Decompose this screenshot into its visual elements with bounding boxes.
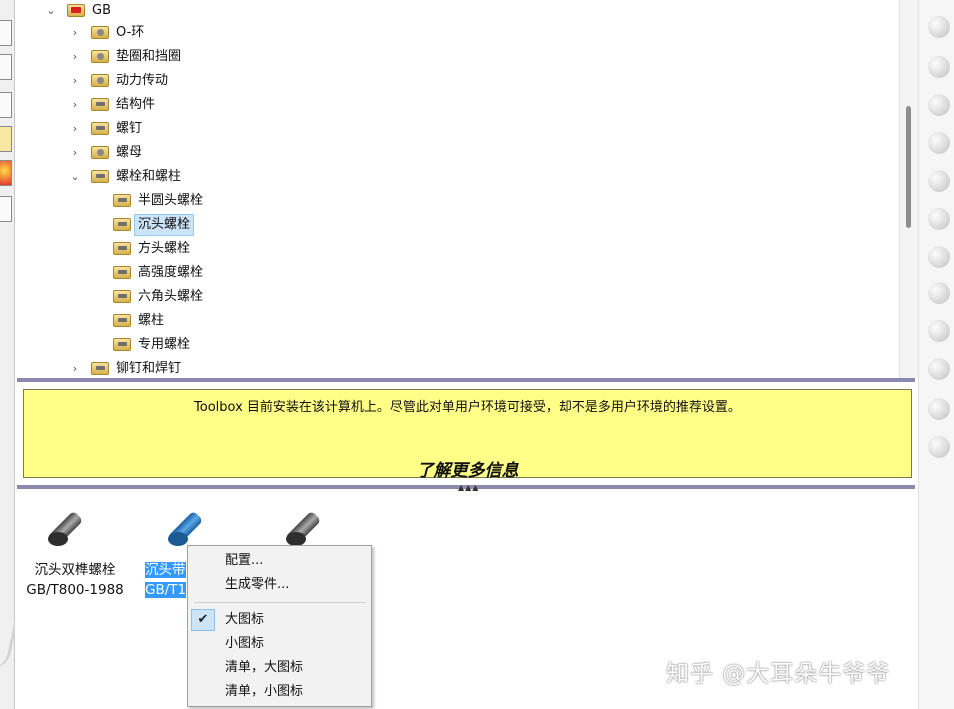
ring-folder-icon bbox=[91, 26, 109, 39]
bolt-folder-icon bbox=[113, 266, 131, 279]
clock-tab-icon[interactable] bbox=[928, 398, 950, 420]
splitter-grip-icon[interactable]: ▲▲▲ bbox=[458, 483, 479, 492]
chevron-right-icon[interactable]: › bbox=[69, 118, 81, 140]
part-tile[interactable]: 沉头双榫螺栓 GB/T800-1988 bbox=[25, 502, 125, 600]
appearance-tab-icon[interactable] bbox=[928, 56, 950, 78]
menu-item-large-icons[interactable]: ✔ 大图标 bbox=[188, 609, 371, 631]
menu-item-label: 清单，小图标 bbox=[225, 684, 304, 699]
learn-more-link[interactable]: 了解更多信息 bbox=[24, 456, 911, 481]
tree-leaf-label: 螺柱 bbox=[138, 313, 165, 328]
menu-item-label: 清单，大图标 bbox=[225, 660, 304, 675]
menu-item-label: 配置... bbox=[225, 553, 264, 568]
flag-folder-icon bbox=[67, 4, 85, 17]
view-tab-icon[interactable] bbox=[928, 170, 950, 192]
scrollbar-thumb[interactable] bbox=[906, 106, 911, 228]
part-label: 沉头双榫螺栓 GB/T800-1988 bbox=[25, 560, 125, 600]
menu-item-label: 小图标 bbox=[225, 636, 265, 651]
sphere-tab-icon[interactable] bbox=[928, 246, 950, 268]
chevron-right-icon[interactable]: › bbox=[69, 70, 81, 92]
menu-item-list-small-icons[interactable]: 清单，小图标 bbox=[188, 681, 371, 703]
menu-item-small-icons[interactable]: 小图标 bbox=[188, 633, 371, 655]
appearance-tool-button[interactable] bbox=[0, 160, 12, 186]
scene-tab-icon[interactable] bbox=[928, 282, 950, 304]
rivet-folder-icon bbox=[91, 362, 109, 375]
chevron-right-icon[interactable]: › bbox=[69, 22, 81, 44]
list-tool-button[interactable] bbox=[0, 196, 12, 222]
context-menu: 配置... 生成零件... ✔ 大图标 小图标 清单，大图标 清单，小图标 bbox=[187, 545, 372, 707]
tree-node-label: 螺栓和螺柱 bbox=[116, 169, 182, 184]
bolt-folder-icon bbox=[113, 290, 131, 303]
zhihu-watermark: 知乎 @大耳朵牛爷爷 bbox=[666, 661, 891, 687]
part-tool-button[interactable] bbox=[0, 54, 12, 80]
tree-leaf-label-selected: 沉头螺栓 bbox=[134, 214, 195, 236]
tree-node-label: 结构件 bbox=[116, 97, 156, 112]
tree-node-label: O-环 bbox=[116, 25, 145, 40]
tree-node-label: 螺钉 bbox=[116, 121, 143, 136]
tree-leaf-label: 方头螺栓 bbox=[138, 241, 191, 256]
menu-separator bbox=[194, 602, 366, 603]
task-pane-tabs bbox=[918, 0, 954, 709]
bolt-folder-icon bbox=[113, 338, 131, 351]
target-tab-icon[interactable] bbox=[928, 132, 950, 154]
design-library-tree: ⌄ GB › O-环 › 垫圈和挡圈 › 动力传动 › 结构件 › 螺钉 › 螺… bbox=[15, 0, 898, 378]
bolt-folder-icon bbox=[91, 170, 109, 183]
menu-item-configure[interactable]: 配置... bbox=[188, 550, 371, 572]
properties-tool-button[interactable] bbox=[0, 126, 12, 152]
check-icon: ✔ bbox=[191, 609, 215, 631]
bolt-folder-icon bbox=[113, 314, 131, 327]
chevron-down-icon[interactable]: ⌄ bbox=[45, 0, 57, 22]
bolt-folder-icon bbox=[113, 218, 131, 231]
settings-tab-icon[interactable] bbox=[928, 358, 950, 380]
home-tool-button[interactable] bbox=[0, 20, 12, 46]
tree-node-label: 铆钉和焊钉 bbox=[116, 361, 182, 376]
chevron-right-icon[interactable]: › bbox=[69, 46, 81, 68]
menu-item-label: 大图标 bbox=[225, 612, 265, 627]
tree-leaf-label: 六角头螺栓 bbox=[138, 289, 204, 304]
tree-node-label: 螺母 bbox=[116, 145, 143, 160]
chevron-down-icon[interactable]: ⌄ bbox=[69, 166, 81, 188]
tree-node-label: GB bbox=[92, 3, 111, 18]
menu-item-label: 生成零件... bbox=[225, 577, 290, 592]
chevron-right-icon[interactable]: › bbox=[69, 358, 81, 378]
part-standard: GB/T1 bbox=[145, 582, 187, 598]
banner-message: Toolbox 目前安装在该计算机上。尽管此对单用户环境可接受，却不是多用户环境… bbox=[194, 400, 741, 415]
part-standard: GB/T800-1988 bbox=[26, 582, 124, 598]
tree-node-label: 垫圈和挡圈 bbox=[116, 49, 182, 64]
part-name: 沉头带 bbox=[145, 562, 186, 578]
design-library-tab-icon[interactable] bbox=[928, 16, 950, 38]
gear-folder-icon bbox=[91, 74, 109, 87]
nut-folder-icon bbox=[91, 146, 109, 159]
chevron-right-icon[interactable]: › bbox=[69, 142, 81, 164]
bolt-thumbnail-icon bbox=[40, 502, 110, 552]
screw-folder-icon bbox=[91, 122, 109, 135]
database-tab-icon[interactable] bbox=[928, 94, 950, 116]
menu-item-create-part[interactable]: 生成零件... bbox=[188, 574, 371, 596]
bolt-folder-icon bbox=[113, 194, 131, 207]
circles-tab-icon[interactable] bbox=[928, 320, 950, 342]
tree-node-label: 动力传动 bbox=[116, 73, 169, 88]
chevron-right-icon[interactable]: › bbox=[69, 94, 81, 116]
sketch-tool-button[interactable] bbox=[0, 92, 12, 118]
beam-folder-icon bbox=[91, 98, 109, 111]
render-tab-icon[interactable] bbox=[928, 436, 950, 458]
washer-folder-icon bbox=[91, 50, 109, 63]
toolbox-info-banner: Toolbox 目前安装在该计算机上。尽管此对单用户环境可接受，却不是多用户环境… bbox=[23, 389, 912, 481]
tree-leaf-label: 专用螺栓 bbox=[138, 337, 191, 352]
bolt-folder-icon bbox=[113, 242, 131, 255]
tree-scrollbar[interactable] bbox=[899, 0, 918, 378]
pane-splitter-top[interactable] bbox=[17, 378, 915, 382]
tree-leaf-label: 半圆头螺栓 bbox=[138, 193, 204, 208]
decal-tab-icon[interactable] bbox=[928, 208, 950, 230]
tree-leaf-label: 高强度螺栓 bbox=[138, 265, 204, 280]
part-name: 沉头双榫螺栓 bbox=[34, 562, 116, 578]
menu-item-list-large-icons[interactable]: 清单，大图标 bbox=[188, 657, 371, 679]
